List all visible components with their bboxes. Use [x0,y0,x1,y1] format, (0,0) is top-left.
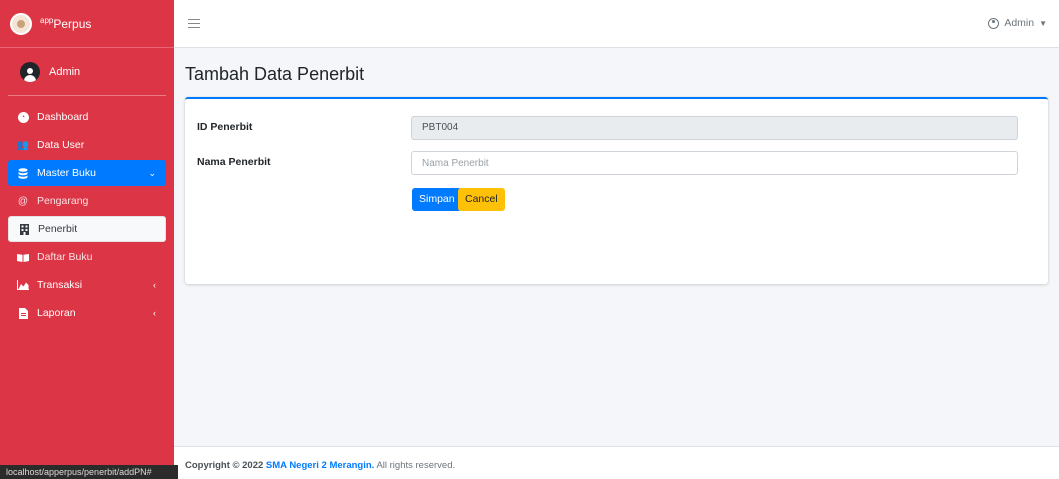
brand-link[interactable]: appPerpus [0,0,174,48]
sidebar-item-label: Master Buku [37,167,96,179]
footer-org-link[interactable]: SMA Negeri 2 Merangin. [266,460,374,471]
sidebar-item-label: Pengarang [37,195,89,207]
sidebar-item-master-buku[interactable]: Master Buku ⌄ [8,160,166,186]
file-alt-icon [16,307,30,319]
chevron-down-icon: ⌄ [148,167,156,178]
chevron-left-icon: ‹ [153,280,156,290]
footer-copyright: Copyright © 2022 [185,460,266,471]
user-panel-name: Admin [49,65,81,78]
id-penerbit-label: ID Penerbit [197,121,253,133]
sidebar-item-label: Laporan [37,307,76,319]
content-wrapper: Tambah Data Penerbit ID Penerbit PBT004 … [174,48,1059,446]
sidebar-item-label: Dashboard [37,111,89,123]
sidebar-nav: ◔ Dashboard 👥 Data User Master Buku ⌄ @ … [0,96,174,326]
building-icon [17,223,31,235]
browser-status-url: localhost/apperpus/penerbit/addPN# [0,465,178,479]
brand-text: appPerpus [40,16,92,31]
sidebar-item-penerbit[interactable]: Penerbit [8,216,166,242]
nama-penerbit-label: Nama Penerbit [197,156,271,168]
footer-rights: All rights reserved. [374,460,456,471]
id-penerbit-field: PBT004 [411,116,1018,140]
dashboard-icon: ◔ [16,111,30,123]
user-circle-icon [988,17,1000,29]
sidebar-item-transaksi[interactable]: Transaksi ‹ [8,272,166,298]
sidebar-item-label: Transaksi [37,279,83,291]
top-navbar: Admin ▼ [174,0,1059,48]
footer: Copyright © 2022 SMA Negeri 2 Merangin. … [174,446,1059,479]
user-panel[interactable]: Admin [8,48,166,96]
at-icon: @ [17,195,29,207]
sidebar-item-label: Penerbit [38,223,78,235]
user-avatar-icon [20,61,40,82]
sidebar: appPerpus Admin ◔ Dashboard 👥 Data User … [0,0,174,479]
sidebar-item-daftar-buku[interactable]: Daftar Buku [8,244,166,270]
hamburger-menu-icon[interactable] [188,19,200,28]
caret-down-icon: ▼ [1039,18,1047,28]
user-dropdown-label: Admin [1004,17,1035,29]
nama-penerbit-input[interactable] [411,151,1018,175]
chart-area-icon [16,279,30,291]
users-icon: 👥 [16,139,30,151]
page-title: Tambah Data Penerbit [185,64,365,84]
form-card: ID Penerbit PBT004 Nama Penerbit Simpan … [185,97,1048,284]
simpan-button[interactable]: Simpan [412,188,462,211]
sidebar-item-pengarang[interactable]: @ Pengarang [8,188,166,214]
brand-logo-icon [10,12,32,35]
sidebar-item-data-user[interactable]: 👥 Data User [8,132,166,158]
database-icon [16,167,30,179]
cancel-button[interactable]: Cancel [458,188,505,211]
sidebar-item-laporan[interactable]: Laporan ‹ [8,300,166,326]
sidebar-item-dashboard[interactable]: ◔ Dashboard [8,104,166,130]
sidebar-item-label: Daftar Buku [37,251,93,263]
sidebar-item-label: Data User [37,139,85,151]
user-dropdown[interactable]: Admin ▼ [988,17,1047,29]
book-open-icon [16,251,30,263]
chevron-left-icon: ‹ [153,308,156,318]
